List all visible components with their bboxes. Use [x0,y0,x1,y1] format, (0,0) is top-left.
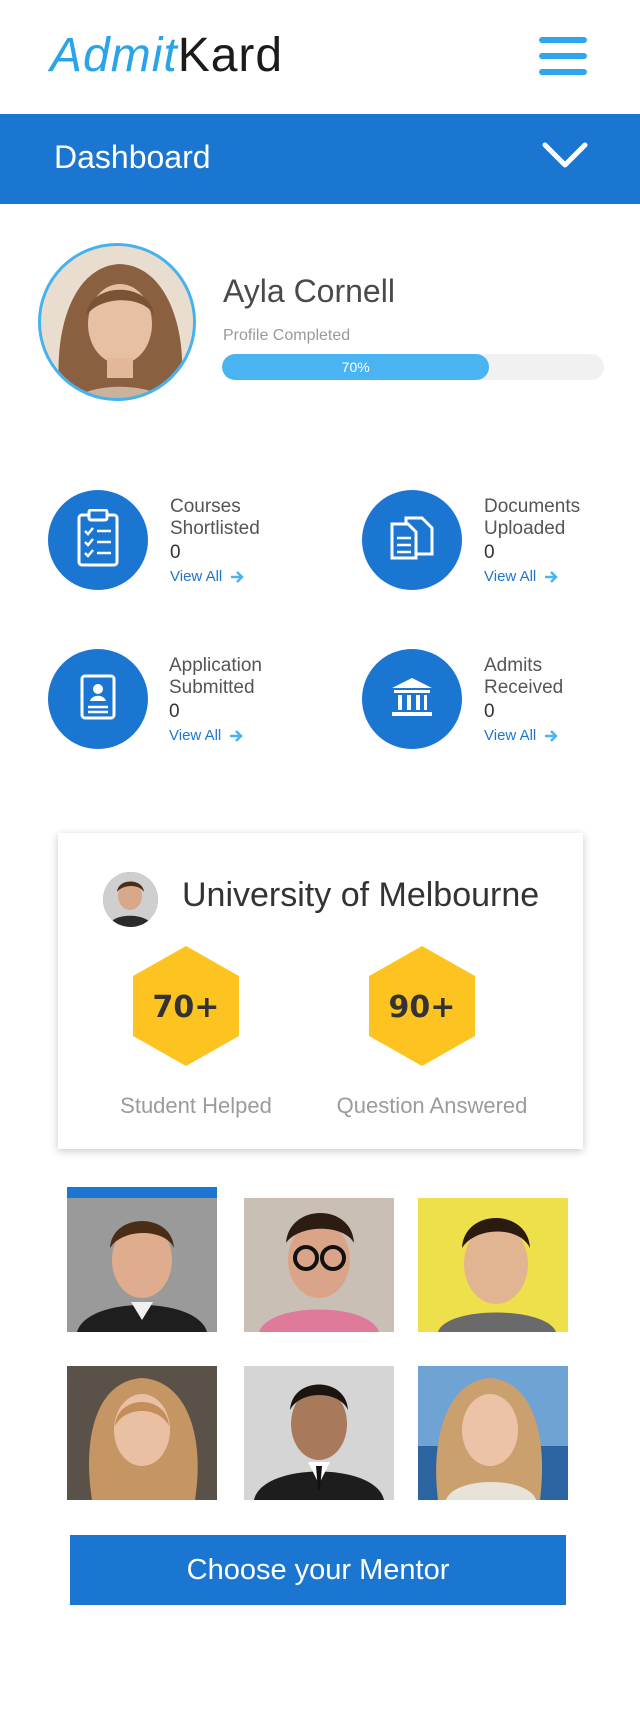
choose-mentor-button[interactable]: Choose your Mentor [70,1535,566,1605]
stat-block: Application Submitted 0 View All [169,655,262,744]
mentor-card-5[interactable] [244,1366,394,1500]
profile-progress-bar: 70% [222,354,604,380]
university-building-icon [390,676,434,723]
mentor-card-4[interactable] [67,1366,217,1500]
stat-icon-circle [362,490,462,590]
mentor-photo [67,1198,217,1332]
profile-name: Ayla Cornell [223,273,395,309]
mentor-photo [244,1366,394,1500]
profile-completed-label: Profile Completed [223,327,351,344]
documents-icon [389,516,435,565]
profile-avatar[interactable] [38,243,196,401]
stat-label-line1: Admits [484,655,543,676]
stat-block: Admits Received 0 View All [484,655,563,744]
stat-label-line1: Application [169,655,262,676]
stat-label-line2: Shortlisted [170,518,260,539]
chevron-down-icon[interactable] [542,140,588,172]
stat-count: 0 [170,542,181,563]
admitkard-logo[interactable]: AdmitKard [50,26,283,86]
logo-part-admit: Admit [50,29,178,82]
profile-progress-fill: 70% [222,354,490,380]
mentor-card-6[interactable] [418,1366,568,1500]
mentor-photo-small [103,872,158,927]
view-all-link[interactable]: View All [484,568,580,585]
profile-photo [41,246,193,398]
university-avatar [103,872,158,927]
stat-block: Courses Shortlisted 0 View All [170,496,260,585]
stat-icon-circle [48,649,148,749]
stat-count: 0 [169,701,180,722]
mentor-card-1[interactable] [67,1198,217,1332]
view-all-link[interactable]: View All [484,727,563,744]
stat-label-line2: Uploaded [484,518,566,539]
mentor-card-3[interactable] [418,1198,568,1332]
view-all-label: View All [484,568,537,585]
students-helped-label: Student Helped [120,1093,272,1118]
arrow-right-icon [230,729,244,742]
mentor-photo [418,1198,568,1332]
stat-label-line2: Received [484,677,564,698]
view-all-label: View All [484,727,537,744]
students-helped-value: 70+ [153,990,220,1025]
stat-block: Documents Uploaded 0 View All [484,496,580,585]
stat-label-line1: Documents [484,496,581,517]
view-all-label: View All [169,727,222,744]
stat-label-line2: Submitted [169,677,255,698]
mentor-photo [67,1366,217,1500]
stat-label-line1: Courses [170,496,241,517]
questions-answered-value: 90+ [389,990,456,1025]
mentor-photo [418,1366,568,1500]
dashboard-title: Dashboard [54,139,211,175]
stat-icon-circle [48,490,148,590]
selected-mentor-indicator [67,1187,217,1198]
arrow-right-icon [545,729,559,742]
questions-answered-label: Question Answered [336,1093,528,1118]
stat-count: 0 [484,701,495,722]
mentor-card-2[interactable] [244,1198,394,1332]
questions-answered-hexagon: 90+ [369,946,475,1066]
university-name: University of Melbourne [182,876,540,914]
arrow-right-icon [545,570,559,583]
clipboard-checklist-icon [76,508,120,572]
arrow-right-icon [231,570,245,583]
view-all-link[interactable]: View All [169,727,262,744]
students-helped-hexagon: 70+ [133,946,239,1066]
stat-icon-circle [362,649,462,749]
id-card-icon [80,674,116,725]
stat-count: 0 [484,542,495,563]
view-all-label: View All [170,568,223,585]
mentor-photo [244,1198,394,1332]
logo-part-kard: Kard [177,29,284,82]
view-all-link[interactable]: View All [170,568,260,585]
hamburger-menu-icon[interactable] [539,37,587,75]
